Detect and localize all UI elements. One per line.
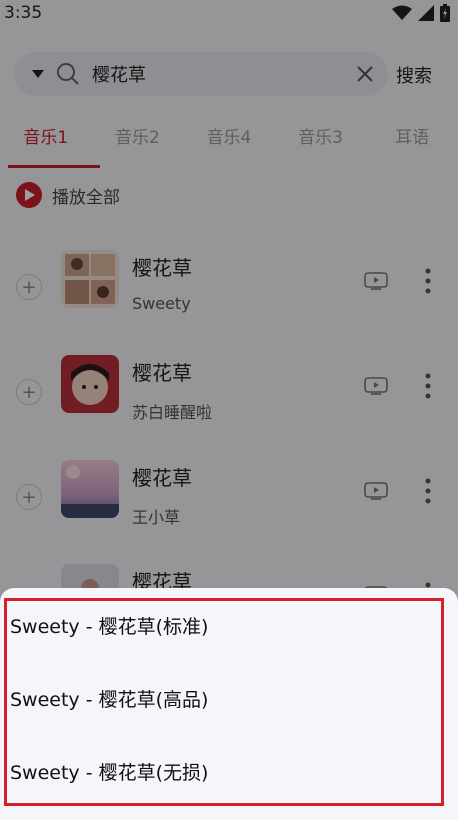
quality-option-lossless[interactable]: Sweety - 樱花草(无损)	[10, 753, 430, 793]
quality-option-high[interactable]: Sweety - 樱花草(高品)	[10, 680, 430, 720]
quality-option-standard[interactable]: Sweety - 樱花草(标准)	[10, 607, 430, 647]
quality-bottom-sheet: Sweety - 樱花草(标准) Sweety - 樱花草(高品) Sweety…	[0, 588, 458, 820]
